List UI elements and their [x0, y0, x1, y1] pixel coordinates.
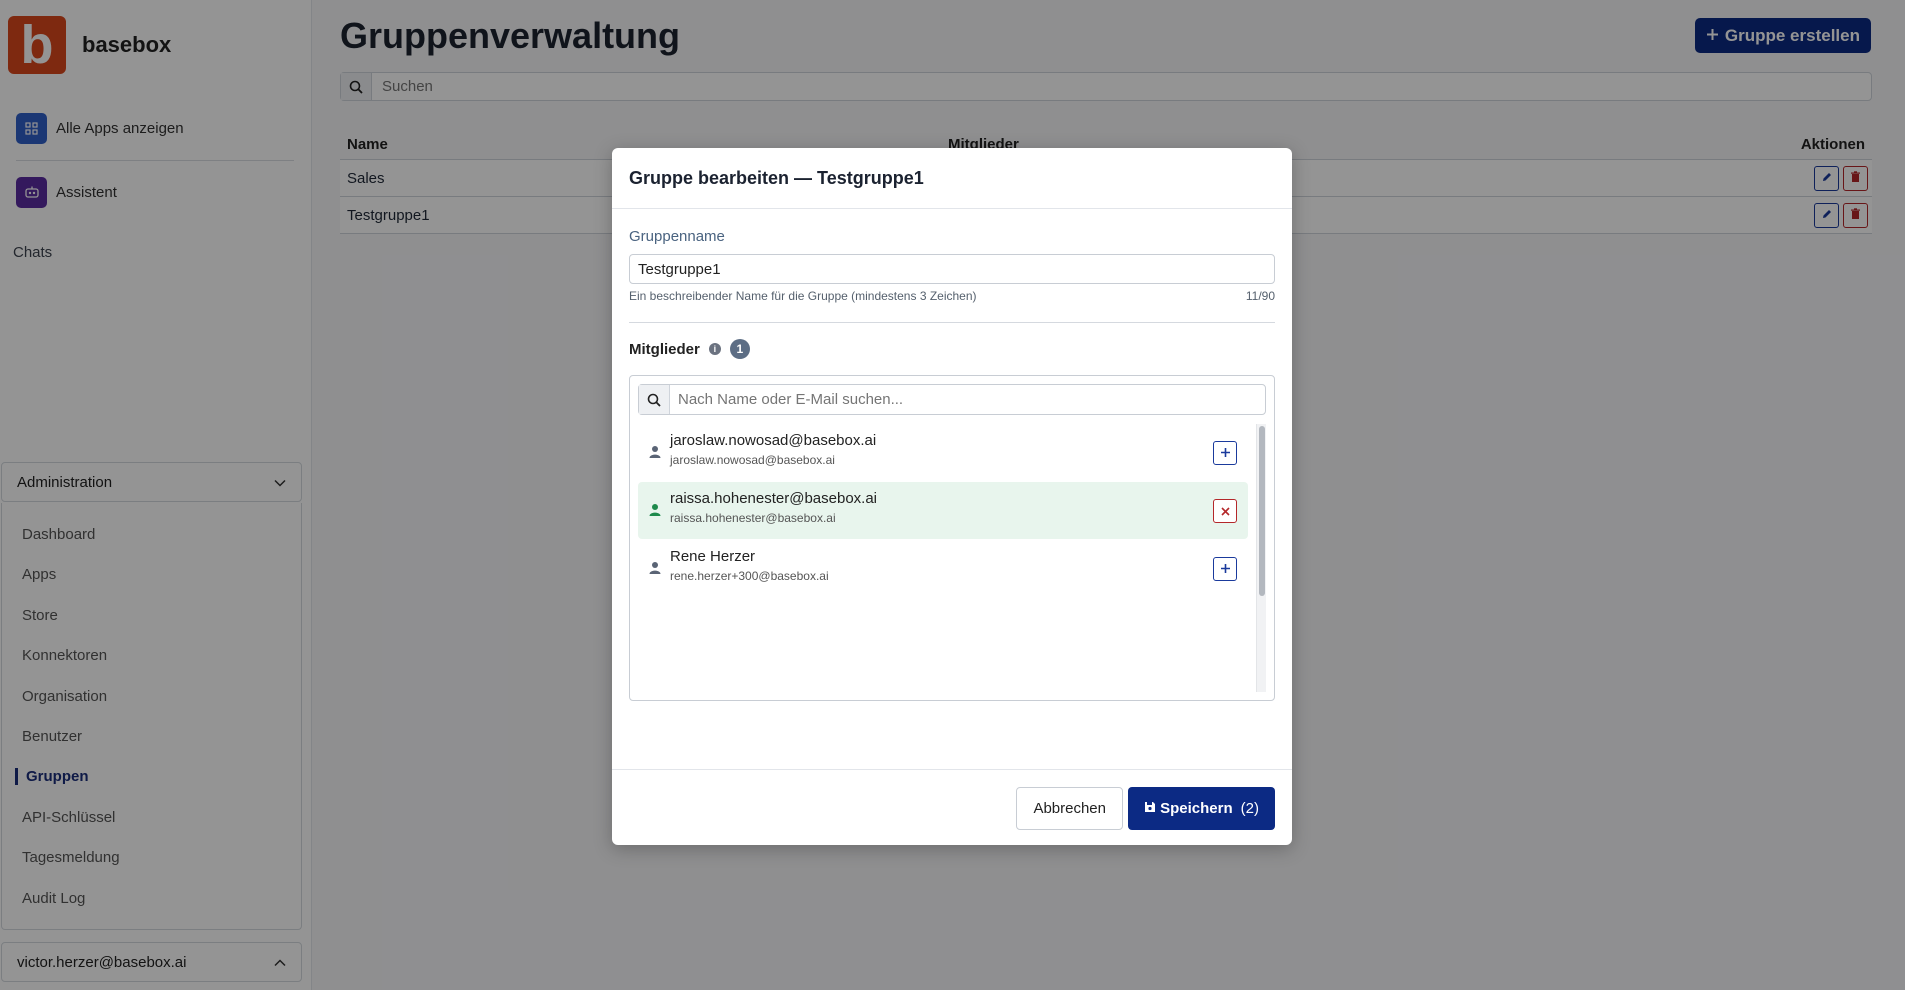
members-heading: Mitglieder i 1 [629, 339, 750, 359]
remove-member-button[interactable] [1213, 499, 1237, 523]
plus-icon [1220, 562, 1231, 577]
save-button[interactable]: Speichern (2) [1128, 787, 1275, 830]
group-name-input[interactable] [629, 254, 1275, 284]
member-name: Rene Herzer [670, 548, 756, 565]
cancel-button[interactable]: Abbrechen [1016, 787, 1123, 830]
person-icon [649, 561, 661, 580]
member-search [638, 384, 1266, 415]
info-icon[interactable]: i [708, 343, 721, 355]
member-email: jaroslaw.nowosad@basebox.ai [670, 453, 835, 467]
add-member-button[interactable] [1213, 441, 1237, 465]
list-item: Rene Herzer rene.herzer+300@basebox.ai [638, 540, 1248, 597]
dialog-footer: Abbrechen Speichern (2) [612, 769, 1292, 845]
group-name-help: Ein beschreibender Name für die Gruppe (… [629, 289, 977, 303]
search-icon [639, 385, 670, 414]
member-email: rene.herzer+300@basebox.ai [670, 569, 829, 583]
person-icon [649, 445, 661, 464]
close-icon [1220, 504, 1230, 519]
edit-group-dialog: Gruppe bearbeiten — Testgruppe1 Gruppenn… [612, 148, 1292, 845]
list-item: jaroslaw.nowosad@basebox.ai jaroslaw.now… [638, 424, 1248, 481]
dialog-title: Gruppe bearbeiten — Testgruppe1 [612, 148, 1292, 209]
member-name: raissa.hohenester@basebox.ai [670, 490, 878, 507]
member-name: jaroslaw.nowosad@basebox.ai [670, 432, 877, 449]
member-email: raissa.hohenester@basebox.ai [670, 511, 836, 525]
members-count-badge: 1 [729, 339, 750, 359]
save-icon [1144, 800, 1156, 817]
members-panel: jaroslaw.nowosad@basebox.ai jaroslaw.now… [629, 375, 1275, 701]
save-count: (2) [1240, 800, 1259, 817]
plus-icon [1220, 446, 1231, 461]
members-label: Mitglieder [629, 340, 700, 358]
member-search-input[interactable] [670, 391, 1265, 408]
save-label: Speichern [1160, 800, 1233, 817]
member-list-scrollbar[interactable] [1256, 424, 1266, 692]
group-name-label: Gruppenname [629, 228, 725, 245]
add-member-button[interactable] [1213, 557, 1237, 581]
group-name-char-count: 11/90 [1245, 289, 1275, 303]
scrollbar-thumb[interactable] [1259, 426, 1265, 596]
dialog-divider [629, 322, 1275, 323]
person-icon [649, 503, 661, 522]
member-list: jaroslaw.nowosad@basebox.ai jaroslaw.now… [638, 424, 1248, 694]
list-item: raissa.hohenester@basebox.ai raissa.hohe… [638, 482, 1248, 539]
